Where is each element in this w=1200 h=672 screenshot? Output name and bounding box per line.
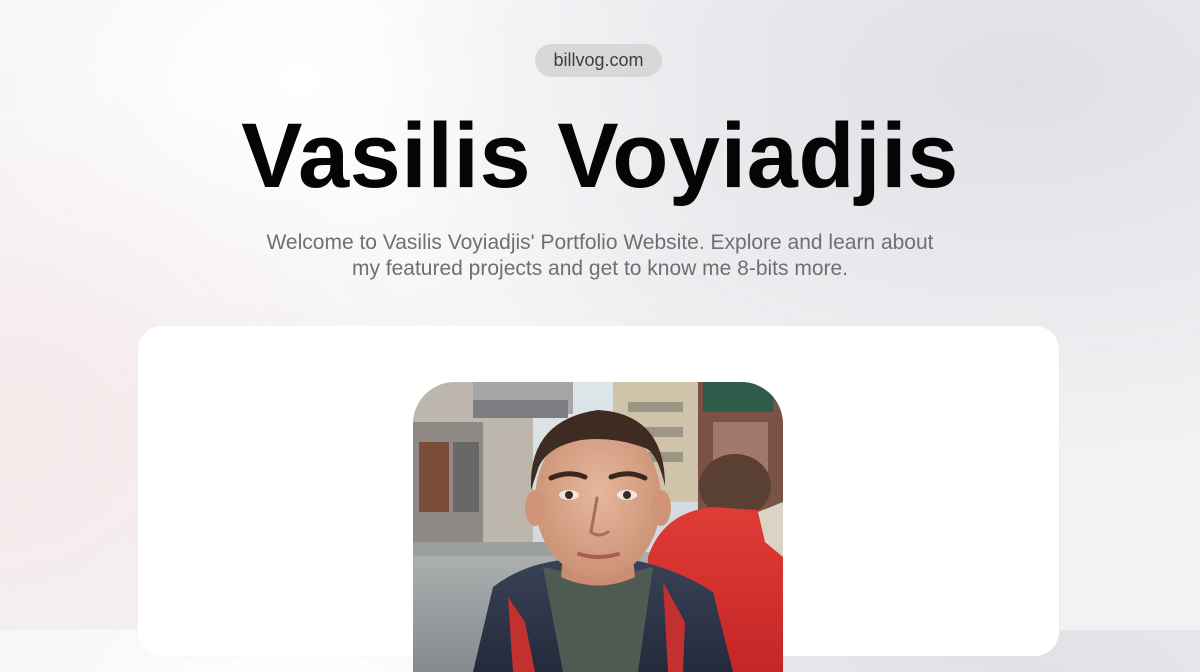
- intro-text: Welcome to Vasilis Voyiadjis' Portfolio …: [266, 231, 934, 280]
- page-title: Vasilis Voyiadjis: [241, 105, 959, 207]
- profile-photo-illustration: [413, 382, 783, 672]
- domain-badge: billvog.com: [535, 44, 662, 77]
- profile-card: [138, 326, 1059, 672]
- profile-photo: [413, 382, 783, 672]
